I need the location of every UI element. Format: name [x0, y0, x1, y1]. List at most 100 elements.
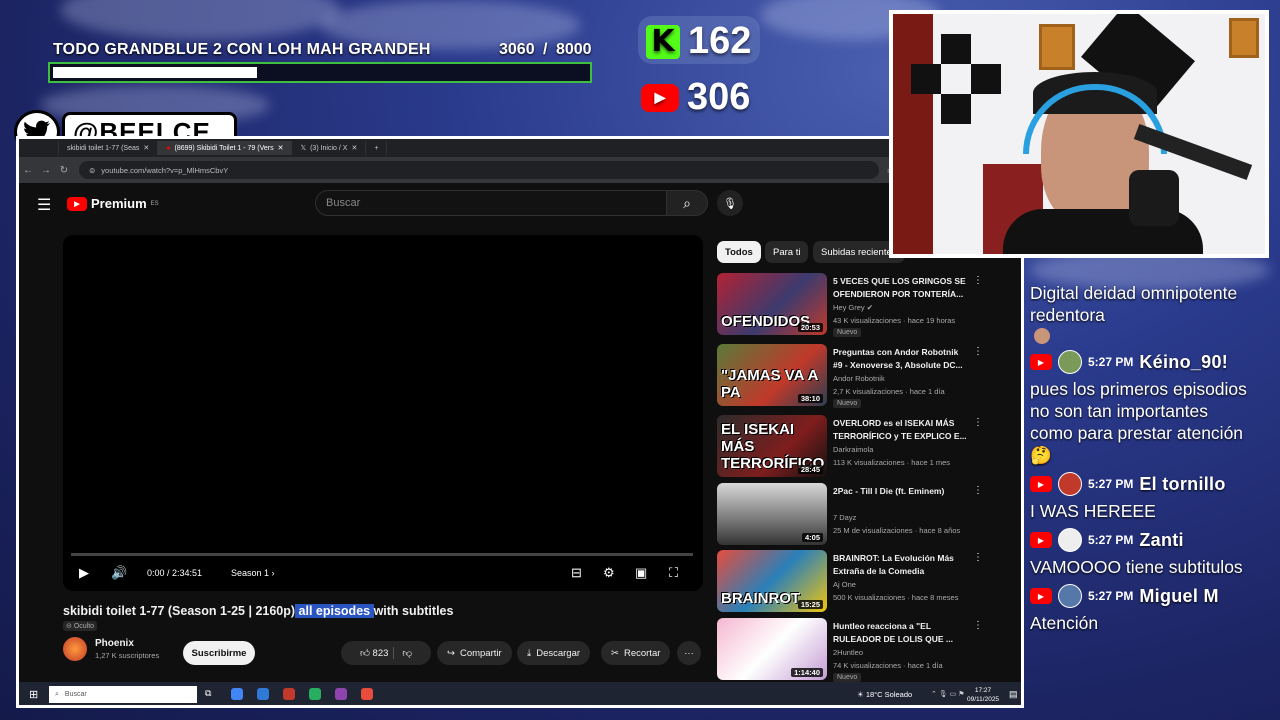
play-icon[interactable]: ▶ — [79, 565, 89, 581]
chat-avatar — [1058, 350, 1082, 374]
browser-tab[interactable]: skibidi toilet 1-77 (Seas ✕ — [59, 141, 159, 155]
player-controls: ▶ 🔊 0:00 / 2:34:51 Season 1 › ⊟ ⚙ ▣ ⛶ — [63, 561, 703, 587]
goal-current: 3060 — [499, 41, 535, 58]
video-player[interactable]: ▶ 🔊 0:00 / 2:34:51 Season 1 › ⊟ ⚙ ▣ ⛶ — [63, 235, 703, 591]
recommendation-item[interactable]: 1:14:40 Huntleo reacciona a "EL RULEADOR … — [717, 618, 987, 682]
browser-window: skibidi toilet 1-77 (Seas ✕ ● (8699) Skibi… — [16, 136, 1024, 708]
chip-todos[interactable]: Todos — [717, 241, 761, 263]
recommendation-channel[interactable]: Andor Robotnik — [833, 374, 885, 383]
recommendation-channel[interactable]: Darkraimola — [833, 445, 873, 454]
more-options-icon[interactable]: ⋮ — [973, 346, 983, 357]
more-options-icon[interactable]: ⋮ — [973, 552, 983, 563]
close-icon[interactable]: ✕ — [278, 144, 284, 152]
close-icon[interactable]: ✕ — [143, 144, 149, 152]
youtube-premium-logo[interactable]: ▶ Premium ES — [67, 196, 159, 211]
forward-icon[interactable]: → — [37, 165, 55, 176]
recommendation-title[interactable]: OVERLORD es el ISEKAI MÁS TERRORÍFICO y … — [833, 417, 967, 442]
subscriber-count: 1,27 K suscriptores — [95, 651, 160, 660]
search-input[interactable]: Buscar — [315, 190, 667, 216]
thumbnail-text: BRAINROT — [721, 590, 801, 607]
video-progress-bar[interactable] — [71, 553, 693, 556]
taskbar-search[interactable]: ⌕ Buscar — [49, 686, 197, 703]
chrome-icon[interactable] — [231, 688, 243, 700]
recommendation-meta: 113 K visualizaciones · hace 1 mes — [833, 458, 951, 467]
channel-name: Darkraimola — [833, 445, 874, 454]
dislike-button[interactable]: 👎︎ — [393, 647, 412, 659]
reload-icon[interactable]: ↻ — [55, 165, 73, 176]
url-field[interactable]: ⊜ youtube.com/watch?v=p_MlHmsCbvY — [79, 161, 879, 179]
more-options-icon[interactable]: ⋮ — [973, 620, 983, 631]
recommendation-title[interactable]: BRAINROT: La Evolución Más Extraña de la… — [833, 552, 967, 577]
fullscreen-icon[interactable]: ⛶ — [669, 565, 678, 581]
subtitles-icon[interactable]: ⊟ — [571, 565, 582, 581]
subscribe-button[interactable]: Suscribirme — [183, 641, 255, 665]
notification-icon[interactable]: ▤ — [1009, 689, 1018, 700]
channel-avatar[interactable] — [63, 637, 87, 661]
recommendation-item[interactable]: 4:05 2Pac - Till I Die (ft. Eminem) 7 Dayz… — [717, 483, 987, 547]
back-icon[interactable]: ← — [19, 165, 37, 176]
chat-avatar — [1058, 472, 1082, 496]
recommendation-channel[interactable]: Hey Grey ✔ — [833, 303, 873, 312]
recommendation-thumbnail[interactable]: 1:14:40 — [717, 618, 827, 680]
menu-icon[interactable]: ☰ — [37, 195, 51, 215]
app-icon[interactable] — [309, 688, 321, 700]
more-options-icon[interactable]: ⋮ — [973, 417, 983, 428]
recommendation-channel[interactable]: 7 Dayz — [833, 513, 856, 522]
recommendation-item[interactable]: BRAINROT 15:25 BRAINROT: La Evolución Más … — [717, 550, 987, 614]
recommendation-item[interactable]: OFENDIDOS 20:53 5 VECES QUE LOS GRINGOS SE… — [717, 273, 987, 337]
volume-icon[interactable]: 🔊 — [111, 565, 127, 581]
channel-info[interactable]: Phoenix 1,27 K suscriptores — [63, 637, 159, 661]
weather-widget[interactable]: ☀ 18°C Soleado — [857, 690, 912, 699]
search-button[interactable]: ⌕ — [666, 190, 708, 216]
recommendation-thumbnail[interactable]: 4:05 — [717, 483, 827, 545]
close-icon[interactable]: ✕ — [351, 144, 357, 152]
browser-tab[interactable]: 𝕏 (3) Inicio / X ✕ — [292, 141, 367, 155]
clip-button[interactable]: ✂ Recortar — [601, 641, 671, 665]
app-icon[interactable] — [283, 688, 295, 700]
new-tab-button[interactable]: + — [366, 141, 388, 155]
recommendation-channel[interactable]: Aj One — [833, 580, 856, 589]
thumbs-up-icon: 👍︎ — [359, 648, 370, 659]
recommendation-title[interactable]: 5 VECES QUE LOS GRINGOS SE OFENDIERON PO… — [833, 275, 967, 300]
miniplayer-icon[interactable]: ▣ — [635, 565, 647, 581]
chapter-button[interactable]: Season 1 › — [231, 568, 275, 578]
recommendation-channel[interactable]: 2Huntleo — [833, 648, 863, 657]
recommendation-thumbnail[interactable]: EL ISEKAI MÁS TERRORÍFICO 28:45 — [717, 415, 827, 477]
more-options-icon[interactable]: ⋮ — [973, 485, 983, 496]
emote-icon — [1034, 328, 1050, 344]
settings-gear-icon[interactable]: ⚙ — [603, 565, 615, 581]
recommendation-title[interactable]: 2Pac - Till I Die (ft. Eminem) — [833, 485, 967, 498]
tray-icons[interactable]: ⌃ 🎙 ▭ ⚑ — [931, 690, 964, 698]
like-button[interactable]: 👍︎ 823 — [360, 647, 388, 659]
recommendation-thumbnail[interactable]: "JAMAS VA A PA 38:10 — [717, 344, 827, 406]
chat-message: ▶ 5:27 PM El tornillo I WAS HEREEE — [1030, 472, 1248, 522]
recommendation-item[interactable]: "JAMAS VA A PA 38:10 Preguntas con Andor R… — [717, 344, 987, 408]
video-title-selection: all episodes — [295, 604, 374, 618]
webcam-panel — [971, 64, 1001, 94]
download-button[interactable]: ⤓ Descargar — [517, 641, 591, 665]
app-icon[interactable] — [335, 688, 347, 700]
site-info-icon[interactable]: ⊜ — [89, 166, 95, 175]
windows-start-icon[interactable]: ⊞ — [29, 688, 38, 701]
voice-search-button[interactable]: 🎙 — [717, 190, 743, 216]
recommendation-item[interactable]: EL ISEKAI MÁS TERRORÍFICO 28:45 OVERLORD e… — [717, 415, 987, 479]
more-actions-button[interactable]: ··· — [677, 641, 701, 665]
share-button[interactable]: ↪ Compartir — [437, 641, 512, 665]
video-title: skibidi toilet 1-77 (Season 1-25 | 2160p… — [63, 604, 453, 618]
app-icon[interactable] — [361, 688, 373, 700]
recommendation-thumbnail[interactable]: OFENDIDOS 20:53 — [717, 273, 827, 335]
browser-tab[interactable]: ● (8699) Skibidi Toilet 1 - 79 (Vers ✕ — [158, 141, 293, 155]
thumbs-down-icon: 👎︎ — [402, 648, 413, 659]
more-options-icon[interactable]: ⋮ — [973, 275, 983, 286]
recommendation-title[interactable]: Preguntas con Andor Robotnik #9 - Xenove… — [833, 346, 967, 371]
chip-para-ti[interactable]: Para ti — [765, 241, 809, 263]
clock[interactable]: 17:27 09/11/2025 — [967, 686, 999, 704]
recommendation-thumbnail[interactable]: BRAINROT 15:25 — [717, 550, 827, 612]
channel-name[interactable]: Phoenix — [95, 638, 159, 649]
recommendation-title[interactable]: Huntleo reacciona a "EL RULEADOR DE LOLI… — [833, 620, 967, 645]
clock-time: 17:27 — [974, 687, 992, 694]
duration-badge: 20:53 — [797, 323, 823, 332]
app-icon[interactable] — [257, 688, 269, 700]
verified-icon: ✔ — [866, 303, 874, 312]
task-view-icon[interactable]: ⧉ — [205, 688, 217, 700]
